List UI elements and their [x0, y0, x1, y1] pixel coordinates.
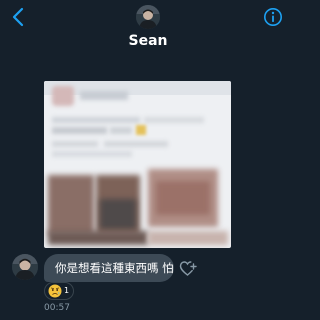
- add-reaction-icon[interactable]: [179, 260, 197, 277]
- conversation-header: Sean: [0, 0, 296, 58]
- sender-avatar[interactable]: [12, 254, 38, 280]
- message-bubble[interactable]: 你是想看這種東西嗎 怕: [44, 254, 174, 282]
- info-circle-icon[interactable]: [263, 7, 283, 27]
- message-text: 你是想看這種東西嗎 怕: [55, 261, 174, 275]
- chevron-left-icon[interactable]: [8, 6, 30, 28]
- reaction-badge[interactable]: 1: [44, 282, 74, 300]
- contact-name: Sean: [128, 33, 168, 49]
- worried-face-emoji: [48, 284, 62, 298]
- shared-image[interactable]: [44, 81, 231, 248]
- reaction-count: 1: [64, 286, 70, 295]
- contact-avatar[interactable]: [136, 5, 160, 29]
- message-timestamp: 00:57: [44, 303, 70, 313]
